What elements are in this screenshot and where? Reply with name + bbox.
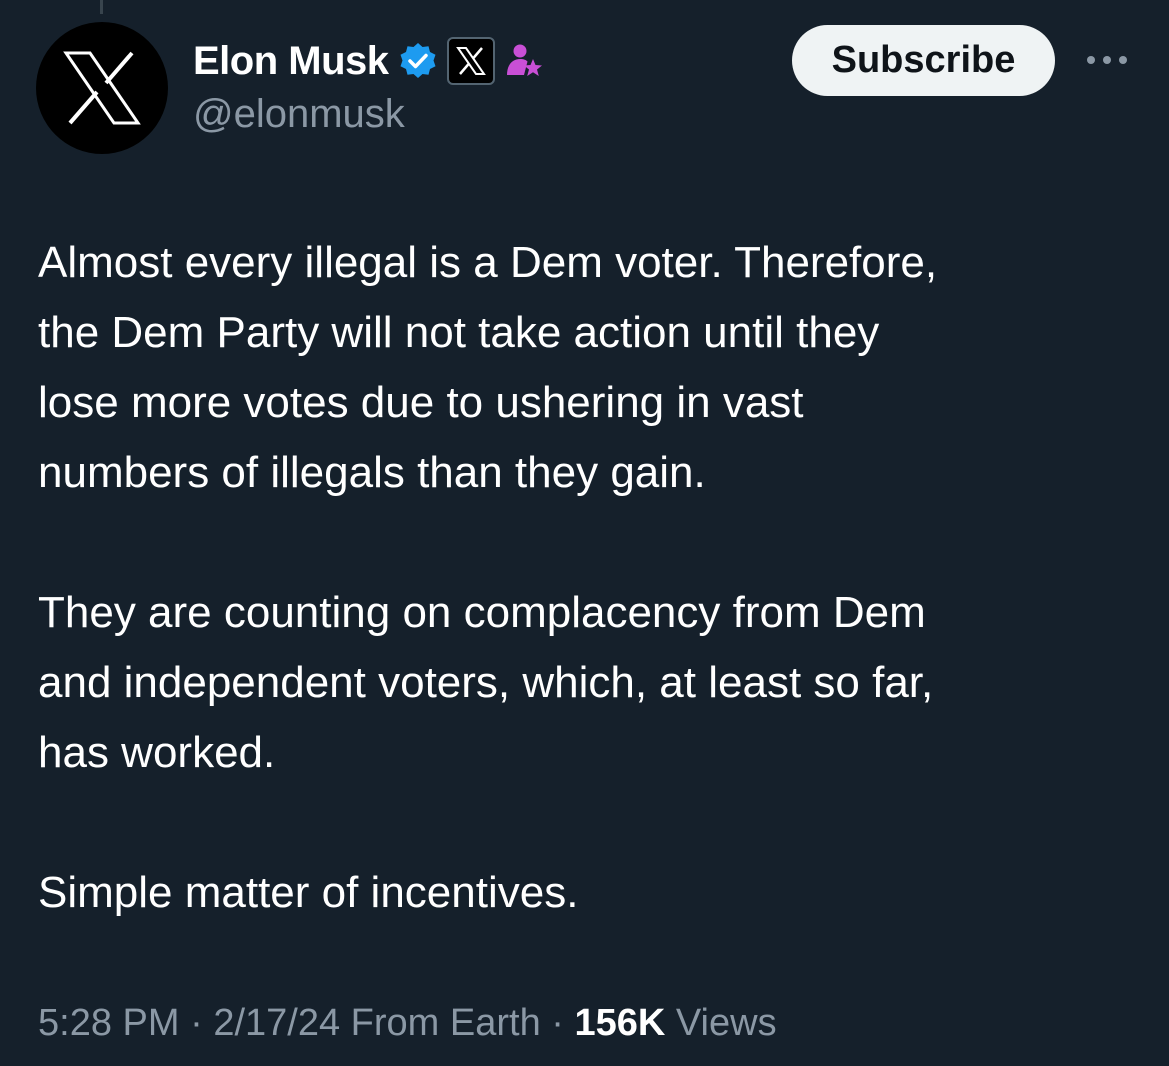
tweet-text: Almost every illegal is a Dem voter. The… [38, 228, 1138, 928]
subscribe-button[interactable]: Subscribe [792, 25, 1055, 96]
tweet-metadata: 5:28 PM · 2/17/24 From Earth · 156K View… [38, 1002, 777, 1045]
avatar[interactable] [36, 22, 168, 154]
tweet-date[interactable]: 2/17/24 [213, 1002, 340, 1044]
views-label[interactable]: Views [665, 1002, 777, 1044]
thread-connector-line [100, 0, 103, 14]
tweet-line: numbers of illegals than they gain. [38, 448, 706, 497]
author-name-row: Elon Musk [193, 36, 543, 86]
author-display-name[interactable]: Elon Musk [193, 39, 389, 84]
author-handle[interactable]: @elonmusk [193, 92, 405, 137]
x-affiliate-badge-icon[interactable] [446, 37, 495, 85]
subscriber-badge-icon[interactable] [505, 42, 543, 80]
meta-separator: · [179, 1002, 214, 1044]
x-logo-icon [63, 51, 141, 125]
meta-separator: · [540, 1002, 575, 1044]
tweet-line: the Dem Party will not take action until… [38, 308, 880, 357]
more-options-button[interactable] [1081, 45, 1133, 75]
tweet-line: and independent voters, which, at least … [38, 658, 934, 707]
tweet-time[interactable]: 5:28 PM [38, 1002, 180, 1044]
tweet-line: Simple matter of incentives. [38, 868, 579, 917]
tweet-line: They are counting on complacency from De… [38, 588, 926, 637]
tweet-line: Almost every illegal is a Dem voter. The… [38, 238, 938, 287]
tweet-source: From Earth [340, 1002, 541, 1044]
verified-badge-icon[interactable] [399, 42, 437, 80]
tweet-line: has worked. [38, 728, 276, 777]
views-count[interactable]: 156K [575, 1002, 666, 1044]
more-dots-icon [1087, 56, 1127, 64]
tweet-line: lose more votes due to ushering in vast [38, 378, 804, 427]
